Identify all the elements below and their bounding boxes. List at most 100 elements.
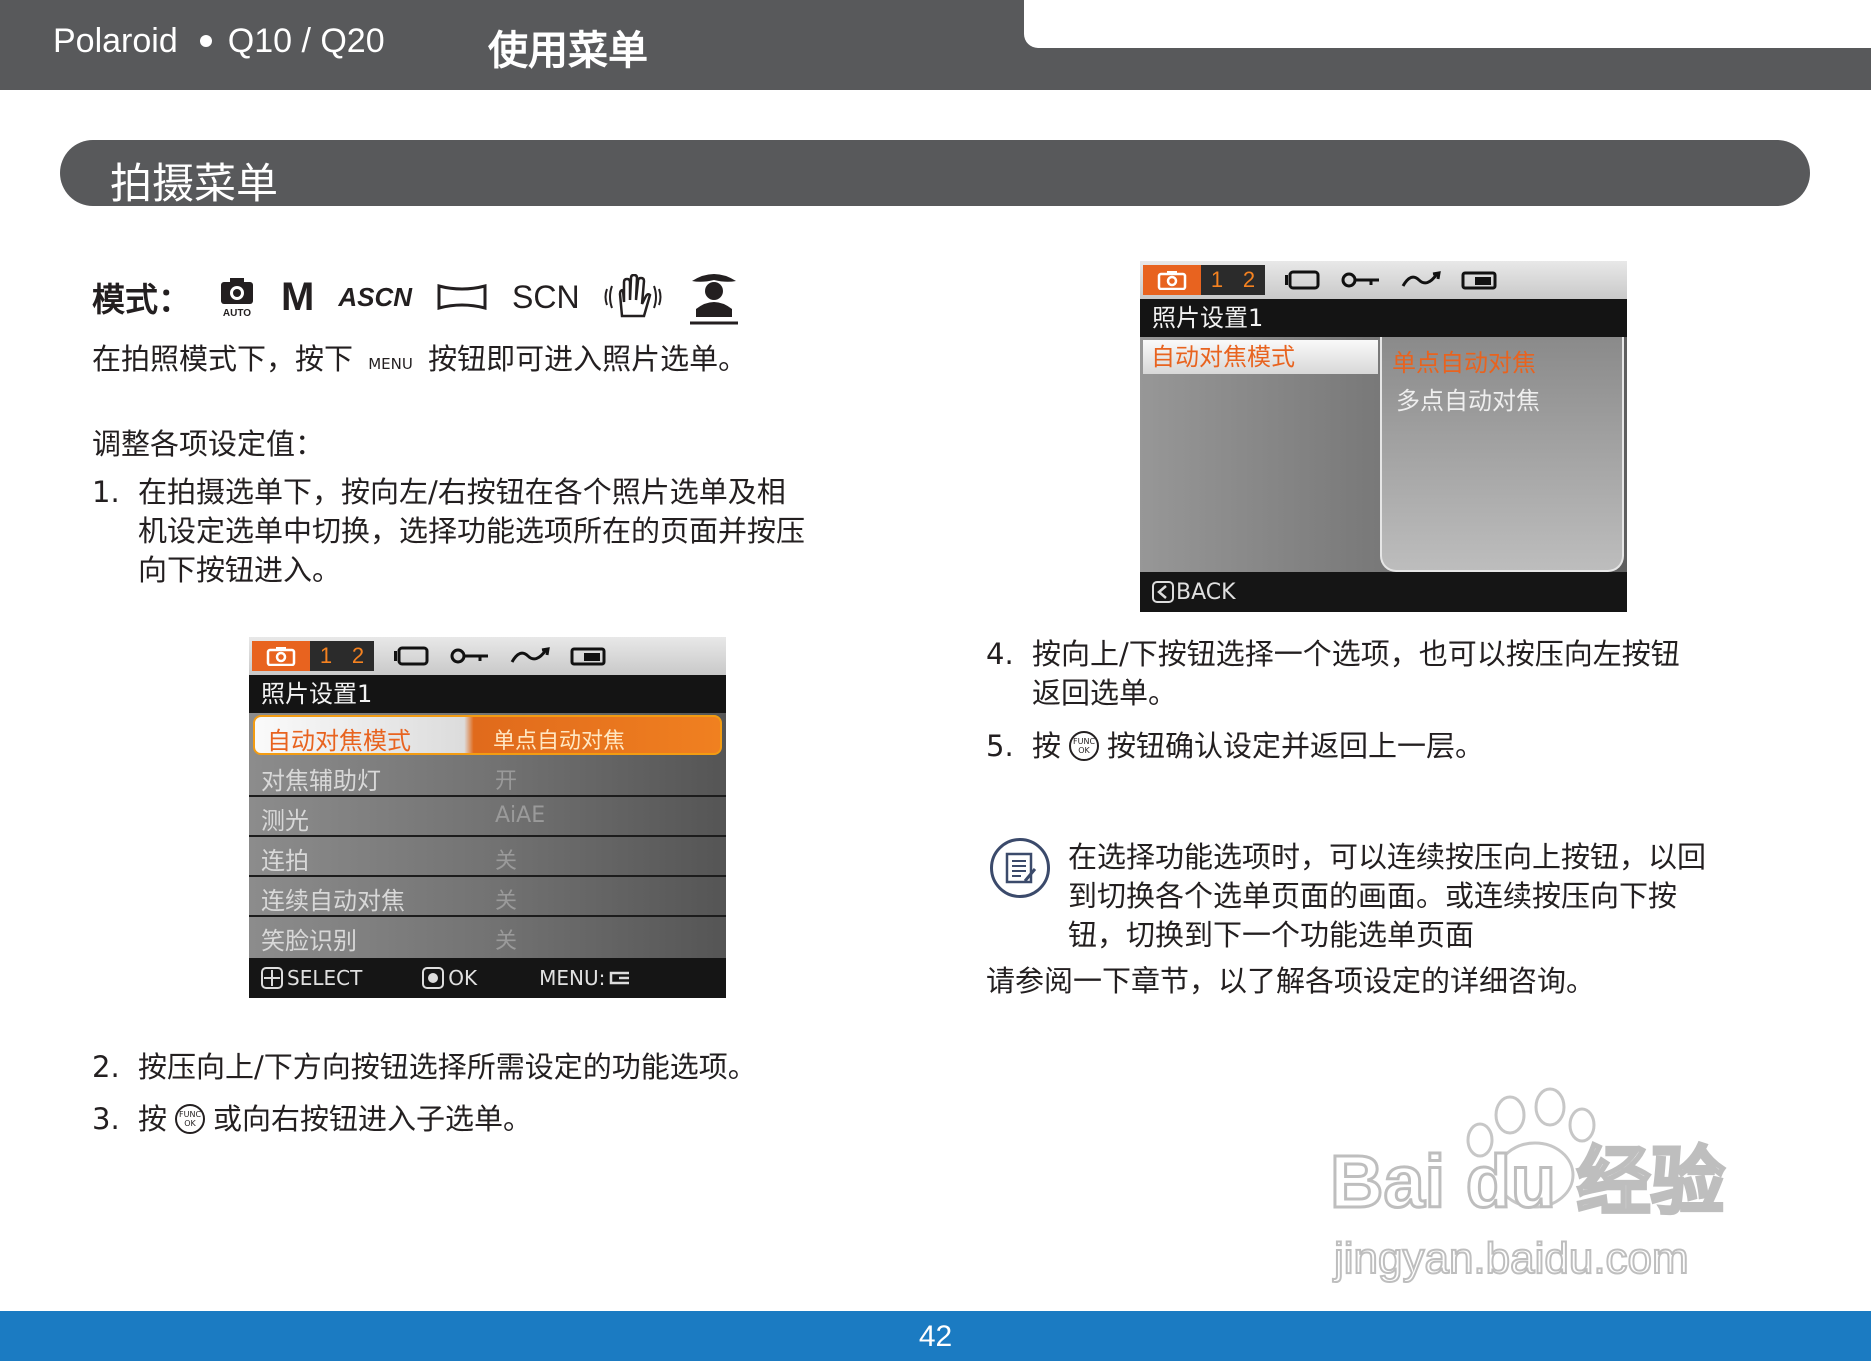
step-3-text: 按 FUNC OK 或向右按钮进入子选单。	[138, 1100, 532, 1139]
menu-header: 照片设置1	[1140, 299, 1627, 337]
key-tab-icon	[450, 646, 490, 666]
section-bar: 拍摄菜单	[60, 140, 1810, 208]
row-value: 关	[495, 889, 518, 914]
adjust-heading: 调整各项设定值：	[92, 427, 325, 461]
menu-footer: SELECT OK MENU:	[249, 958, 726, 998]
row-value: 开	[495, 769, 518, 794]
camera-tab-icon	[252, 641, 310, 671]
mode-label: 模式：	[92, 280, 191, 319]
footer-select-label: SELECT	[287, 966, 363, 990]
row-label: 对焦辅助灯	[261, 767, 381, 795]
footer-back-label: BACK	[1176, 579, 1236, 605]
menu-row-af-assist[interactable]: 对焦辅助灯 开	[249, 757, 726, 797]
footer-menu-label: MENU:	[539, 966, 606, 990]
menu-rows: 自动对焦模式 单点自动对焦 对焦辅助灯 开 测光 AiAE 连拍 关 连续自动对…	[249, 713, 726, 958]
func-ok-button-icon: FUNC OK	[1069, 731, 1100, 761]
model-name: Q10 / Q20	[227, 22, 385, 60]
scn-icon: SCN	[512, 278, 580, 315]
row-label: 连续自动对焦	[261, 887, 405, 915]
portrait-icon	[686, 267, 742, 327]
menu-header: 照片设置1	[249, 675, 726, 713]
submenu-option-single-af[interactable]: 单点自动对焦	[1392, 343, 1536, 378]
page-tab-1: 1	[1210, 267, 1224, 292]
panorama-icon	[436, 282, 488, 312]
step-1-number: 1.	[92, 475, 120, 509]
back-arrow-icon	[1152, 581, 1174, 603]
intro-after: 按钮即可进入照片选单。	[428, 342, 748, 376]
menu-row-continuous-af[interactable]: 连续自动对焦 关	[249, 877, 726, 917]
menu-tab-bar: 1 2	[1140, 261, 1627, 299]
wave-tab-icon	[1401, 270, 1441, 290]
step-5-text: 按 FUNC OK 按钮确认设定并返回上一层。	[1032, 727, 1484, 766]
asn-icon: ASCN	[338, 281, 412, 312]
manual-m-icon: M	[281, 274, 315, 319]
note-line: 在选择功能选项时，可以连续按压向上按钮，以回	[1068, 840, 1707, 874]
separator-dot	[199, 35, 212, 48]
camera-tab-icon	[1143, 265, 1201, 295]
step-3-before: 按	[138, 1102, 168, 1136]
memory-tab-icon	[570, 646, 606, 666]
page-tabs: 1 2	[1201, 265, 1265, 295]
dpad-icon	[261, 967, 283, 989]
row-label: 笑脸识别	[261, 927, 357, 955]
wave-tab-icon	[510, 646, 550, 666]
page-tab-1: 1	[319, 643, 333, 668]
page-tab-2: 2	[1242, 267, 1256, 292]
page-number: 42	[918, 1320, 953, 1353]
submenu-option-multi-af[interactable]: 多点自动对焦	[1396, 381, 1540, 416]
menu-body: 自动对焦模式 单点自动对焦 多点自动对焦	[1140, 337, 1627, 572]
memory-tab-icon	[1461, 270, 1497, 290]
see-also-text: 请参阅一下章节，以了解各项设定的详细咨询。	[986, 964, 1596, 998]
ok-button-icon	[422, 967, 445, 989]
step-3-after: 或向右按钮进入子选单。	[213, 1102, 533, 1136]
page-header: Polaroid Q10 / Q20 使用菜单	[0, 0, 1871, 90]
intro-before: 在拍照模式下，按下	[92, 342, 354, 376]
return-icon	[607, 970, 631, 986]
brand-name: Polaroid	[53, 22, 178, 60]
step-1-text: 在拍摄选单下，按向左/右按钮在各个照片选单及相 机设定选单中切换，选择功能选项所…	[138, 473, 805, 590]
note-icon	[990, 838, 1050, 898]
baidu-jingyan-watermark: Bai du 经验 jingyan.baidu.com	[1329, 1085, 1760, 1285]
step-1-line: 向下按钮进入。	[138, 553, 342, 587]
menu-row-metering[interactable]: 测光 AiAE	[249, 797, 726, 837]
auto-text: AUTO	[223, 308, 251, 318]
page-tab-2: 2	[351, 643, 365, 668]
row-value: 关	[495, 929, 518, 954]
auto-camera-icon: AUTO	[217, 276, 257, 318]
anti-shake-icon	[604, 274, 662, 320]
step-2-text: 按压向上/下方向按钮选择所需设定的功能选项。	[138, 1050, 757, 1084]
page-tabs: 1 2	[310, 641, 374, 671]
menu-row-af-mode[interactable]: 自动对焦模式 单点自动对焦	[253, 715, 722, 755]
section-title: 拍摄菜单	[110, 159, 279, 208]
menu-tab-bar: 1 2	[249, 637, 726, 675]
step-3-number: 3.	[92, 1102, 120, 1136]
step-1-line: 在拍摄选单下，按向左/右按钮在各个照片选单及相	[138, 475, 786, 509]
key-tab-icon	[1341, 270, 1381, 290]
step-5-number: 5.	[986, 729, 1014, 763]
menu-key-label: MENU	[368, 355, 413, 373]
intro-text: 在拍照模式下，按下 MENU 按钮即可进入照片选单。	[92, 340, 747, 384]
brand-model: Polaroid Q10 / Q20	[53, 22, 385, 61]
step-4-line: 返回选单。	[1032, 676, 1178, 710]
row-label: 连拍	[261, 847, 309, 875]
header-notch	[1024, 0, 1871, 48]
selected-menu-item[interactable]: 自动对焦模式	[1143, 340, 1378, 374]
step-2-number: 2.	[92, 1050, 120, 1084]
menu-row-burst[interactable]: 连拍 关	[249, 837, 726, 877]
camera-screen-af-submenu: 1 2 照片设置1 自动对焦模式 单点自动对焦 多点自动对焦 BACK	[1140, 261, 1627, 612]
mode-row: 模式： AUTO M ASCN SCN	[92, 266, 754, 328]
chapter-title: 使用菜单	[488, 28, 648, 74]
submenu-panel: 单点自动对焦 多点自动对焦	[1380, 337, 1624, 572]
row-label: 自动对焦模式	[267, 727, 411, 755]
display-tab-icon	[394, 646, 430, 666]
row-value: 关	[495, 849, 518, 874]
footer-ok-label: OK	[448, 966, 478, 990]
display-tab-icon	[1285, 270, 1321, 290]
note-text: 在选择功能选项时，可以连续按压向上按钮，以回 到切换各个选单页面的画面。或连续按…	[1068, 838, 1706, 955]
step-4-number: 4.	[986, 637, 1014, 671]
watermark-logo-text: Bai du 经验	[1330, 1140, 1725, 1223]
step-4-line: 按向上/下按钮选择一个选项，也可以按压向左按钮	[1032, 637, 1680, 671]
menu-row-smile-detect[interactable]: 笑脸识别 关	[249, 917, 726, 957]
func-ok-button-icon: FUNC OK	[175, 1104, 206, 1134]
step-5-after: 按钮确认设定并返回上一层。	[1107, 729, 1485, 763]
